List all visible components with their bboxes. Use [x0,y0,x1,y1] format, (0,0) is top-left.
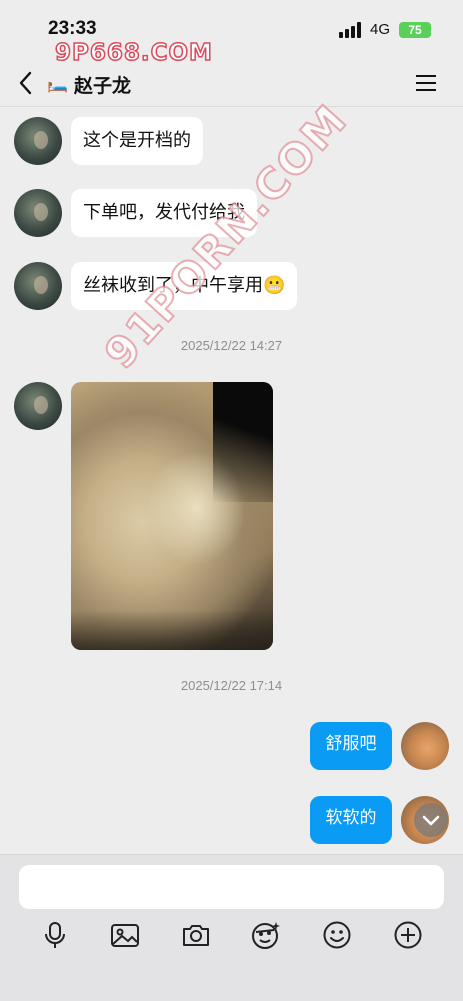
message-bubble[interactable]: 丝袜收到了，中午享用😬 [71,262,298,310]
message-input[interactable] [19,865,444,909]
plus-icon[interactable] [392,919,424,951]
contact-avatar[interactable] [14,189,62,237]
camera-icon[interactable] [180,919,212,951]
my-message-bubble[interactable]: 软软的 [310,796,392,844]
battery-icon: 75 [399,22,431,38]
emoji-icon[interactable] [321,919,353,951]
my-message-bubble[interactable]: 舒服吧 [310,722,392,770]
my-avatar[interactable] [401,722,449,770]
image-icon[interactable] [109,919,141,951]
timestamp: 2025/12/22 17:14 [180,678,283,693]
microphone-icon[interactable] [39,919,71,951]
contact-name[interactable]: 赵子龙 [74,71,131,98]
contact-avatar[interactable] [14,117,62,165]
signal-icon [339,22,365,38]
contact-avatar[interactable] [14,262,62,310]
contact-avatar[interactable] [14,382,62,430]
message-bubble[interactable]: 下单吧，发代付给我 [71,189,257,237]
image-message[interactable] [71,382,273,650]
message-bubble[interactable]: 这个是开档的 [71,117,203,165]
network-type: 4G [370,21,391,38]
scroll-down-button[interactable] [414,803,448,837]
chat-header: 🛏️ 赵子龙 [0,60,463,107]
input-bar [0,854,463,1001]
back-button[interactable] [16,68,44,98]
timestamp: 2025/12/22 14:27 [180,338,283,353]
menu-icon[interactable] [414,72,438,94]
sticker-icon[interactable] [250,919,282,951]
bed-icon: 🛏️ [47,74,69,94]
status-time: 23:33 [48,18,97,39]
